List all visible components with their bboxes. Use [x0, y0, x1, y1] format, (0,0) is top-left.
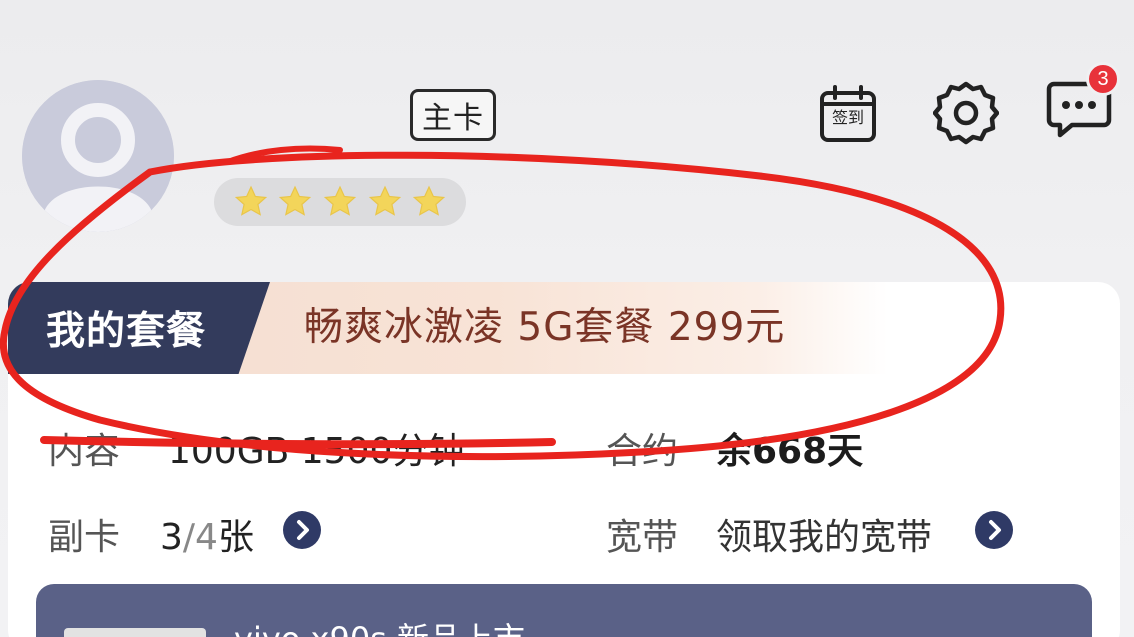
promo-thumbnail — [64, 628, 206, 637]
plan-name[interactable]: 畅爽冰激凌 5G套餐 299元 — [304, 282, 785, 374]
username-redacted — [212, 96, 390, 156]
gear-icon[interactable] — [933, 80, 999, 146]
primary-card-tag: 主卡 — [410, 89, 496, 141]
chevron-right-icon — [297, 520, 309, 540]
subcard-label: 副卡 — [48, 517, 121, 558]
star-icon — [413, 185, 446, 216]
star-rating — [214, 178, 466, 226]
avatar[interactable] — [22, 80, 174, 232]
my-plan-label: 我的套餐 — [8, 282, 270, 374]
broadband-arrow-button[interactable] — [975, 511, 1013, 549]
content-value: 100GB 1500分钟 — [168, 431, 465, 472]
subcard-used: 3 — [160, 517, 183, 558]
promo-text: vivo x90s 新品上市 — [234, 614, 525, 637]
subcard-unit: 张 — [217, 517, 254, 558]
star-icon — [234, 185, 267, 216]
star-icon — [323, 185, 357, 216]
content-label: 内容 — [48, 431, 121, 472]
promo-banner[interactable]: vivo x90s 新品上市 — [36, 584, 1092, 637]
message-count-badge: 3 — [1086, 62, 1120, 96]
broadband-label: 宽带 — [606, 517, 679, 558]
default-avatar-icon — [22, 80, 174, 232]
subcard-slash: / — [182, 517, 196, 558]
star-icon — [279, 185, 312, 216]
chevron-right-icon — [989, 520, 1001, 540]
broadband-value[interactable]: 领取我的宽带 — [716, 508, 932, 560]
subcard-arrow-button[interactable] — [283, 511, 321, 549]
subcard-value[interactable]: 3/4张 — [160, 508, 254, 560]
contract-label: 合约 — [606, 431, 679, 472]
star-icon — [368, 185, 401, 216]
subcard-total: 4 — [195, 517, 218, 558]
signin-label[interactable]: 签到 — [825, 106, 871, 130]
plan-header[interactable]: 我的套餐 畅爽冰激凌 5G套餐 299元 — [8, 282, 888, 374]
contract-value: 余668天 — [716, 431, 864, 472]
